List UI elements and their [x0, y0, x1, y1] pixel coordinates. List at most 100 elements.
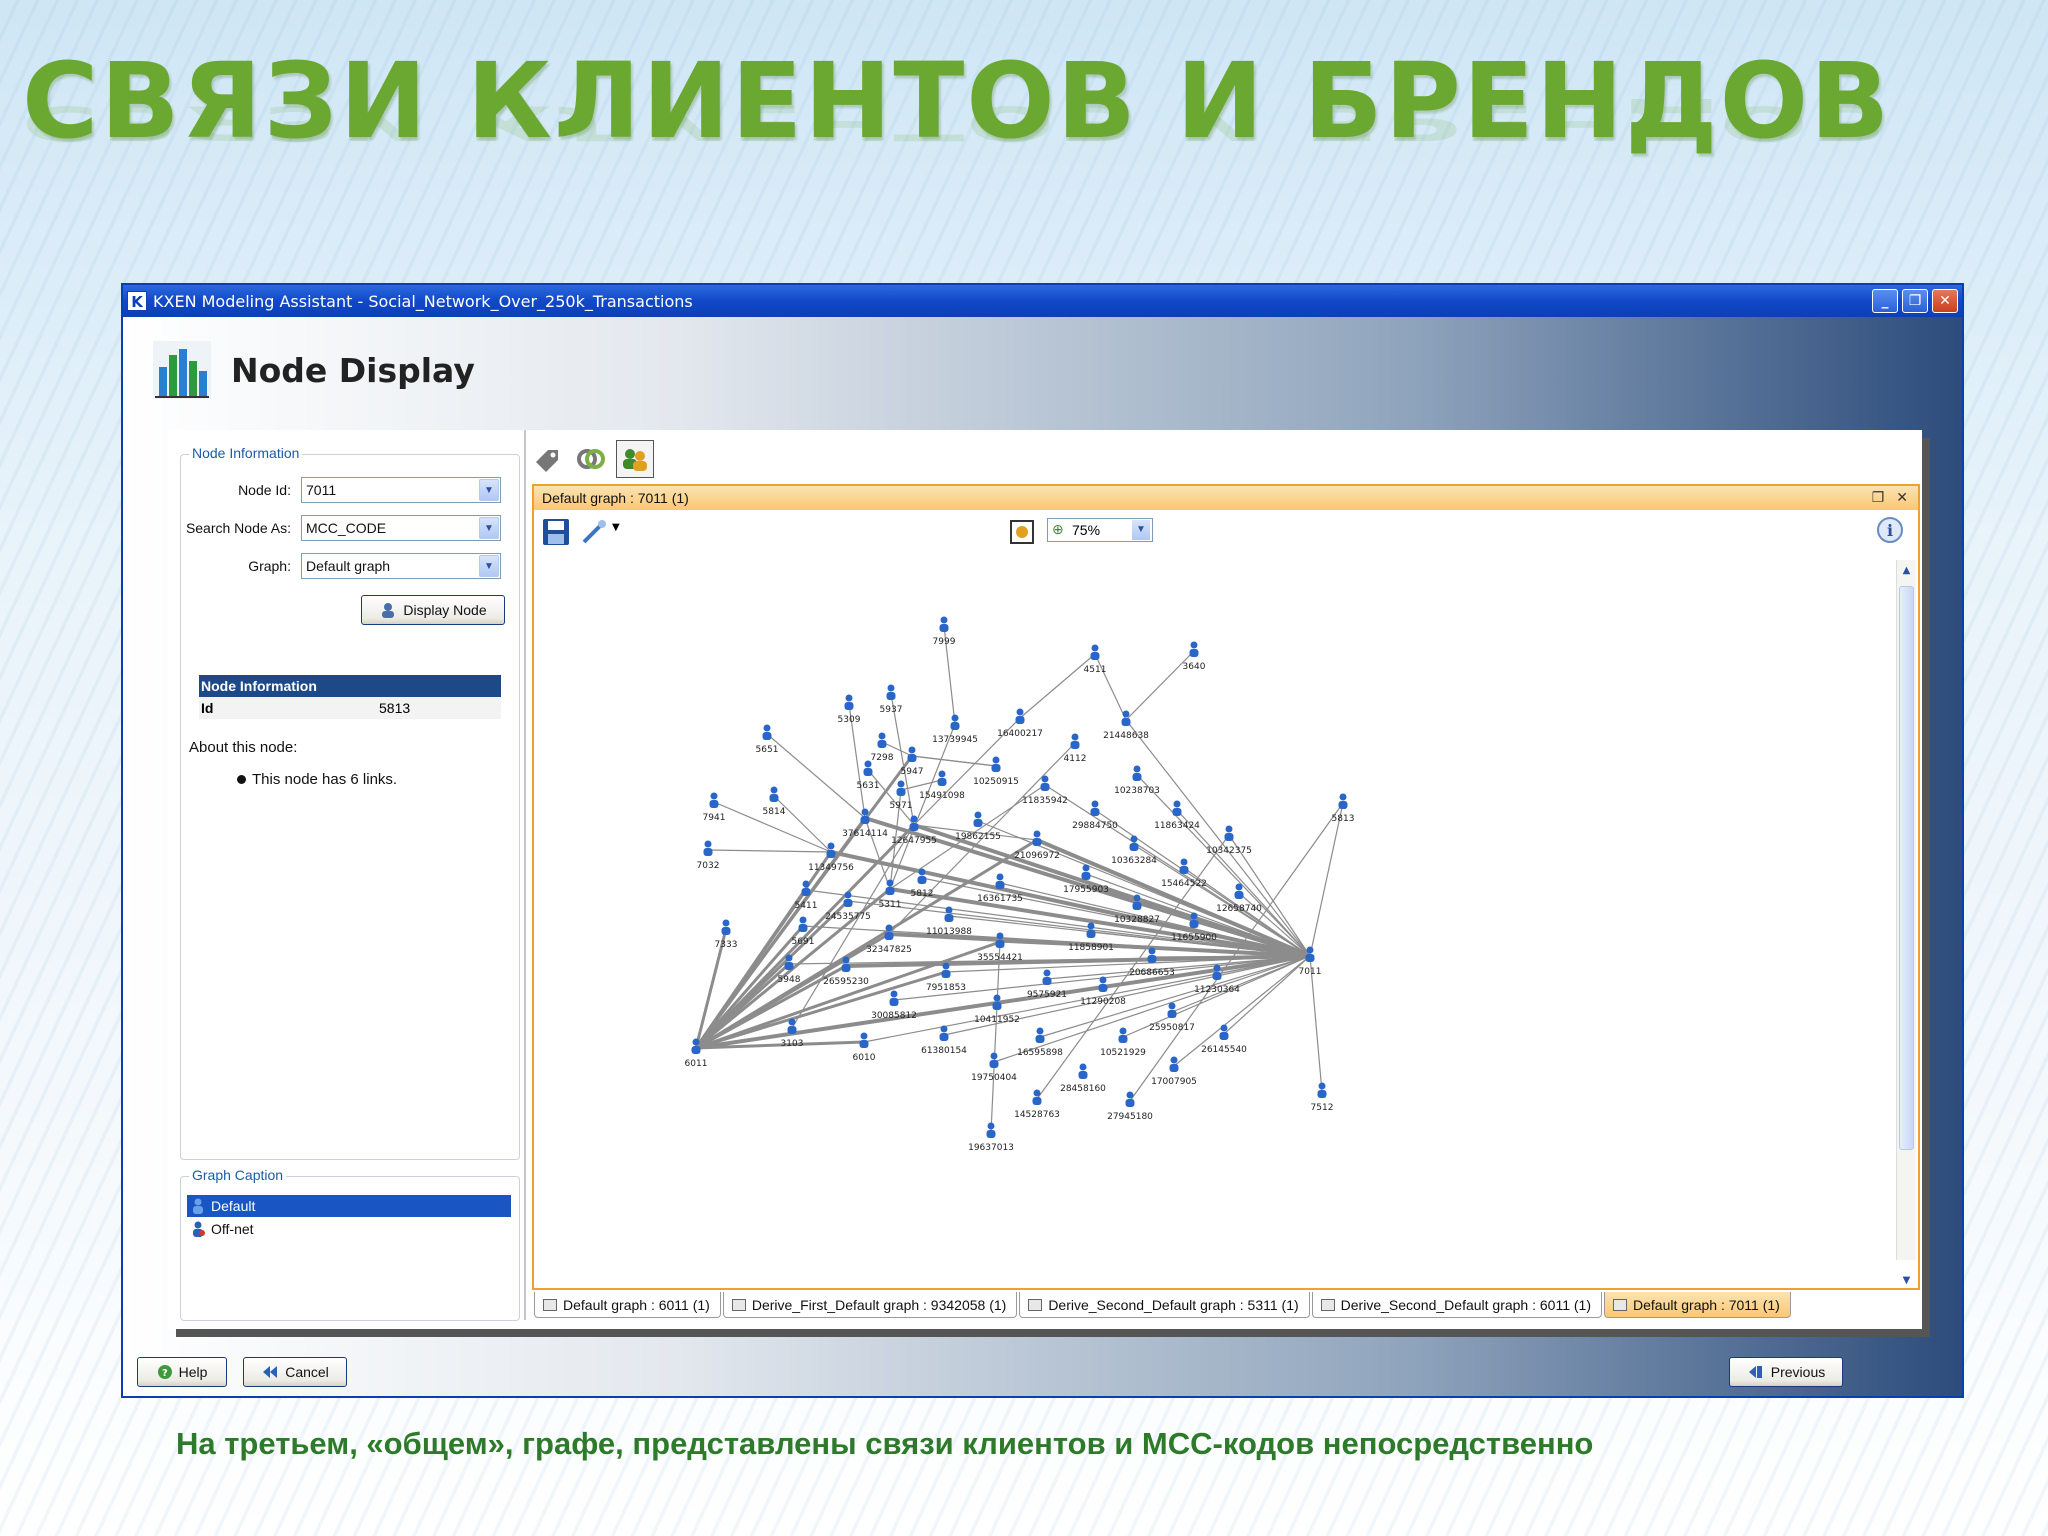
- graph-node[interactable]: 16361735: [977, 873, 1023, 905]
- graph-node[interactable]: 11349756: [808, 842, 854, 874]
- person-icon: [1126, 1091, 1134, 1099]
- person-icon-body: [939, 1033, 949, 1041]
- graph-node[interactable]: 7298: [871, 732, 894, 764]
- person-icon-body: [1167, 1010, 1177, 1018]
- graph-node[interactable]: 14528763: [1014, 1089, 1060, 1121]
- graph-node[interactable]: 26595230: [823, 956, 869, 988]
- graph-node[interactable]: 26145540: [1201, 1024, 1247, 1056]
- node-label: 10342375: [1206, 846, 1252, 856]
- graph-node[interactable]: 5813: [1332, 793, 1355, 825]
- graph-node[interactable]: 28458160: [1060, 1063, 1106, 1095]
- tab-graph-1[interactable]: Derive_First_Default graph : 9342058 (1): [722, 1292, 1018, 1318]
- node-label: 7999: [933, 637, 956, 647]
- node-id-combo[interactable]: 7011 ▼: [301, 477, 501, 503]
- restore-button[interactable]: ❐: [1902, 289, 1928, 313]
- graph-node[interactable]: 5651: [756, 724, 779, 756]
- graph-node[interactable]: 5814: [763, 786, 786, 818]
- tag-icon[interactable]: [528, 440, 566, 478]
- slide-caption: На третьем, «общем», графе, представлены…: [176, 1426, 1594, 1461]
- scroll-up-icon[interactable]: ▲: [1899, 562, 1914, 580]
- person-icon: [974, 811, 982, 819]
- node-label: 15464522: [1161, 879, 1207, 889]
- chevron-down-icon[interactable]: ▼: [479, 555, 499, 577]
- graph-node[interactable]: 10363284: [1111, 835, 1157, 867]
- graph-node[interactable]: 7333: [715, 919, 738, 951]
- graph-node[interactable]: 7032: [697, 840, 720, 872]
- node-label: 6010: [853, 1053, 876, 1063]
- graph-node[interactable]: 4112: [1064, 733, 1087, 765]
- window-titlebar[interactable]: K KXEN Modeling Assistant - Social_Netwo…: [123, 285, 1962, 317]
- graph-node[interactable]: 5947: [901, 746, 924, 778]
- caption-item-off-net[interactable]: Off-net: [187, 1218, 511, 1240]
- person-icon: [1225, 825, 1233, 833]
- tab-graph-3[interactable]: Derive_Second_Default graph : 6011 (1): [1311, 1292, 1602, 1318]
- users-network-icon[interactable]: [616, 440, 654, 478]
- search-node-as-row: Search Node As: MCC_CODE ▼: [181, 515, 511, 541]
- scroll-down-icon[interactable]: ▼: [1899, 1272, 1914, 1290]
- node-label: 6011: [685, 1059, 708, 1069]
- person-icon: [844, 891, 852, 899]
- graph-node[interactable]: 21448638: [1103, 710, 1149, 742]
- graph-node[interactable]: 11863424: [1154, 800, 1200, 832]
- graph-node[interactable]: 7512: [1311, 1082, 1334, 1114]
- person-icon: [802, 880, 810, 888]
- person-icon-body: [1015, 716, 1025, 724]
- graph-node[interactable]: 27945180: [1107, 1091, 1153, 1123]
- graph-node[interactable]: 16400217: [997, 708, 1043, 740]
- graph-node[interactable]: 15464522: [1161, 858, 1207, 890]
- graph-node[interactable]: 24535775: [825, 891, 871, 923]
- graph-node[interactable]: 7999: [933, 616, 956, 648]
- person-icon-body: [1132, 902, 1142, 910]
- person-icon-body: [844, 702, 854, 710]
- graph-vertical-scrollbar[interactable]: ▲ ▼: [1896, 560, 1916, 1286]
- tab-graph-4[interactable]: Default graph : 7011 (1): [1604, 1292, 1791, 1318]
- graph-node[interactable]: 11858901: [1068, 922, 1114, 954]
- previous-button[interactable]: Previous: [1729, 1357, 1843, 1387]
- person-icon: [996, 932, 1004, 940]
- graph-node[interactable]: 5631: [857, 760, 880, 792]
- panel-divider[interactable]: [524, 430, 526, 1320]
- graph-node[interactable]: 5937: [880, 684, 903, 716]
- search-node-as-combo[interactable]: MCC_CODE ▼: [301, 515, 501, 541]
- node-label: 10328827: [1114, 915, 1160, 925]
- person-icon-body: [1234, 891, 1244, 899]
- graph-node[interactable]: 3640: [1183, 641, 1206, 673]
- graph-node[interactable]: 10250915: [973, 756, 1019, 788]
- help-button[interactable]: ? Help: [137, 1357, 227, 1387]
- graph-node[interactable]: 30085812: [871, 990, 917, 1022]
- graph-node[interactable]: 6010: [853, 1032, 876, 1064]
- graph-node[interactable]: 13739945: [932, 714, 978, 746]
- network-graph[interactable]: 7999 4511 3640 5309 5937 13739945 16400217 2144…: [534, 486, 1894, 1266]
- scroll-thumb[interactable]: [1899, 586, 1914, 1150]
- tab-graph-0[interactable]: Default graph : 6011 (1): [534, 1292, 721, 1318]
- graph-node[interactable]: 19637013: [968, 1122, 1014, 1154]
- person-icon-body: [1042, 977, 1052, 985]
- graph-edge: [911, 755, 997, 767]
- minimize-button[interactable]: _: [1872, 289, 1898, 313]
- graph-node[interactable]: 7941: [703, 792, 726, 824]
- graph-node[interactable]: 10521929: [1100, 1027, 1146, 1059]
- link-rings-icon[interactable]: [572, 440, 610, 478]
- close-frame-icon[interactable]: ✕: [1896, 489, 1908, 506]
- page-title: Node Display: [231, 350, 475, 390]
- chevron-down-icon[interactable]: ▼: [479, 517, 499, 539]
- graph-window: Default graph : 7011 (1) ❐ ✕ ▼ ⊕ 75% ▼ i…: [532, 484, 1920, 1290]
- graph-node[interactable]: 29884750: [1072, 800, 1118, 832]
- node-label: 11349756: [808, 863, 854, 873]
- graph-node[interactable]: 10342375: [1206, 825, 1252, 857]
- graph-node[interactable]: 15491098: [919, 770, 965, 802]
- chevron-down-icon[interactable]: ▼: [479, 479, 499, 501]
- graph-node[interactable]: 10238703: [1114, 765, 1160, 797]
- person-icon-body: [995, 881, 1005, 889]
- caption-item-default[interactable]: Default: [187, 1195, 511, 1217]
- search-node-as-value: MCC_CODE: [306, 520, 387, 536]
- display-node-button[interactable]: Display Node: [361, 595, 505, 625]
- node-label: 5311: [879, 900, 902, 910]
- graph-combo[interactable]: Default graph ▼: [301, 553, 501, 579]
- graph-node[interactable]: 11290208: [1080, 976, 1126, 1008]
- graph-node[interactable]: 5309: [838, 694, 861, 726]
- tab-graph-2[interactable]: Derive_Second_Default graph : 5311 (1): [1019, 1292, 1310, 1318]
- cancel-button[interactable]: Cancel: [243, 1357, 347, 1387]
- close-button[interactable]: ✕: [1932, 289, 1958, 313]
- graph-node[interactable]: 4511: [1084, 644, 1107, 676]
